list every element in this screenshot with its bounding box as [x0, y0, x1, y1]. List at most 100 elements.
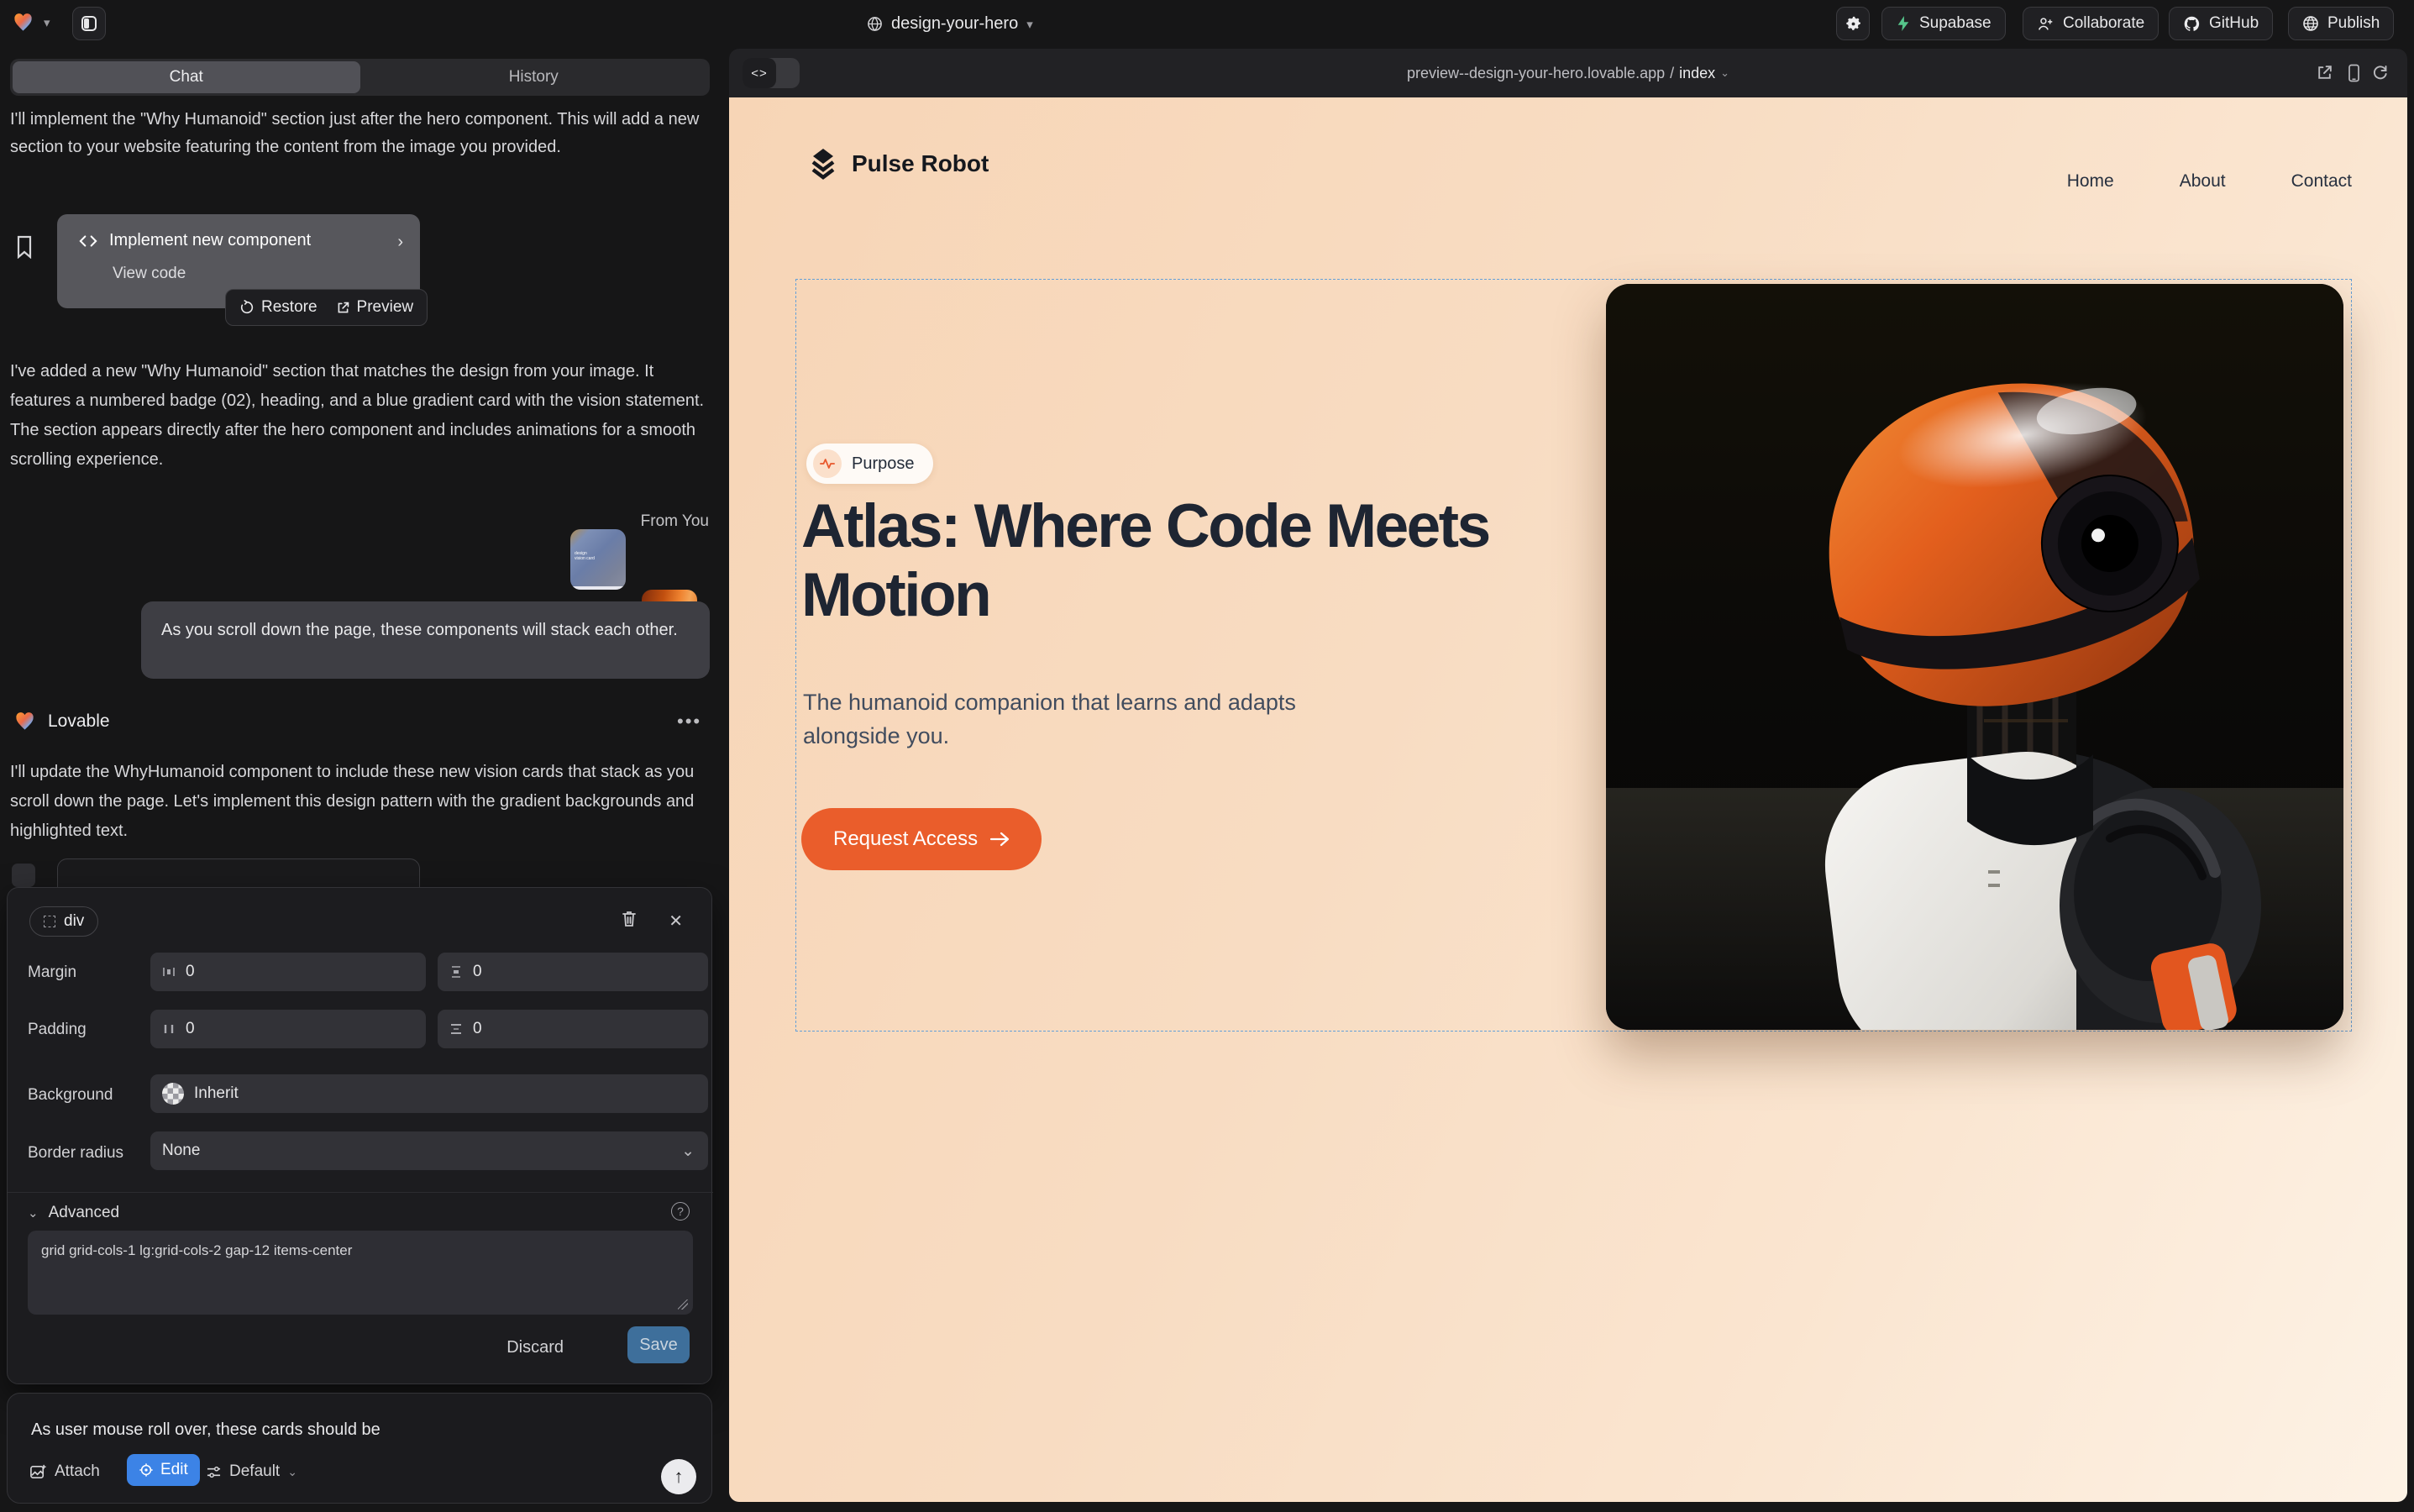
border-radius-select[interactable]: None ⌄	[150, 1131, 708, 1170]
brand-name: Pulse Robot	[852, 150, 989, 177]
chevron-down-icon: ⌄	[287, 1465, 297, 1479]
padding-vertical-icon	[449, 1022, 463, 1036]
hero-headline: Atlas: Where Code Meets Motion	[801, 492, 1524, 630]
attachment-thumbnail-blue[interactable]: designvision card	[570, 529, 626, 590]
mobile-view-button[interactable]	[2348, 64, 2360, 87]
padding-x-input[interactable]: 0	[150, 1010, 426, 1048]
tab-chat[interactable]: Chat	[13, 61, 360, 93]
chat-composer: As user mouse roll over, these cards sho…	[7, 1393, 712, 1504]
version-hover-menu: Restore Preview	[225, 289, 428, 326]
message-menu-button[interactable]: •••	[677, 711, 701, 732]
site-canvas: Pulse Robot Home About Contact Purpose A…	[729, 97, 2407, 1502]
nav-about[interactable]: About	[2180, 171, 2226, 192]
site-nav: Home About Contact	[2067, 171, 2352, 192]
sidebar-toggle-button[interactable]	[72, 7, 106, 40]
github-icon	[2183, 15, 2201, 33]
margin-y-input[interactable]: 0	[438, 953, 708, 991]
view-code-link[interactable]: View code	[113, 265, 186, 283]
padding-y-input[interactable]: 0	[438, 1010, 708, 1048]
layers-icon	[808, 148, 838, 180]
margin-x-value: 0	[186, 963, 195, 981]
background-value: Inherit	[194, 1084, 239, 1103]
resize-handle[interactable]	[678, 1299, 688, 1310]
margin-y-value: 0	[473, 963, 482, 981]
restore-button[interactable]: Restore	[239, 298, 317, 317]
transparency-swatch-icon	[162, 1083, 184, 1105]
restore-label: Restore	[261, 298, 317, 317]
target-icon	[139, 1462, 154, 1478]
border-radius-value: None	[162, 1142, 200, 1160]
user-message-bubble: As you scroll down the page, these compo…	[141, 601, 710, 679]
site-brand[interactable]: Pulse Robot	[808, 148, 989, 180]
assistant-header: Lovable	[13, 710, 110, 732]
lovable-heart-icon	[13, 710, 36, 732]
chevron-down-icon: ▾	[1026, 17, 1033, 32]
edit-mode-button[interactable]: Edit	[127, 1454, 200, 1486]
help-icon[interactable]: ?	[671, 1202, 690, 1221]
margin-horizontal-icon	[162, 965, 176, 979]
nav-contact[interactable]: Contact	[2291, 171, 2352, 192]
discard-button[interactable]: Discard	[506, 1338, 564, 1357]
margin-label: Margin	[28, 963, 76, 982]
preview-url-separator: /	[1670, 65, 1674, 82]
save-button[interactable]: Save	[627, 1326, 690, 1363]
chevron-down-icon[interactable]: ▾	[44, 15, 50, 30]
margin-x-input[interactable]: 0	[150, 953, 426, 991]
background-input[interactable]: Inherit	[150, 1074, 708, 1113]
supabase-button[interactable]: Supabase	[1881, 7, 2006, 40]
preview-button[interactable]: Preview	[336, 298, 414, 317]
chat-history-tabs: Chat History	[10, 59, 710, 96]
edit-label: Edit	[160, 1461, 188, 1479]
delete-element-button[interactable]	[621, 910, 638, 932]
model-selector[interactable]: Default ⌄	[206, 1462, 297, 1481]
publish-button[interactable]: Publish	[2288, 7, 2394, 40]
restore-icon	[239, 300, 255, 315]
advanced-section-toggle[interactable]: ⌄ Advanced	[28, 1204, 119, 1222]
collaborate-button[interactable]: Collaborate	[2023, 7, 2159, 40]
selected-element-chip[interactable]: div	[29, 906, 98, 937]
globe-icon	[867, 16, 883, 32]
attach-button[interactable]: Attach	[29, 1462, 100, 1481]
send-button[interactable]: ↑	[661, 1459, 696, 1494]
composer-input[interactable]: As user mouse roll over, these cards sho…	[31, 1420, 380, 1440]
people-plus-icon	[2037, 16, 2055, 32]
chevron-down-icon: ⌄	[681, 1142, 695, 1161]
nav-home[interactable]: Home	[2067, 171, 2114, 192]
hero-robot-image	[1606, 284, 2343, 1030]
github-button[interactable]: GitHub	[2169, 7, 2273, 40]
background-label: Background	[28, 1086, 113, 1105]
preview-url-page: index	[1679, 65, 1715, 82]
heart-icon	[12, 11, 34, 34]
assistant-message-3: I'll update the WhyHumanoid component to…	[10, 758, 714, 846]
close-panel-button[interactable]: ✕	[669, 911, 683, 932]
bookmark-icon[interactable]	[15, 235, 34, 263]
mode-label: Default	[229, 1462, 280, 1481]
project-switcher[interactable]: design-your-hero ▾	[867, 14, 1033, 34]
arrow-right-icon	[989, 832, 1010, 847]
request-access-button[interactable]: Request Access	[801, 808, 1042, 870]
component-card-title: Implement new component	[109, 231, 311, 250]
bookmark-chip	[12, 864, 35, 887]
preview-label: Preview	[357, 298, 414, 317]
refresh-button[interactable]	[2372, 64, 2389, 85]
assistant-name: Lovable	[48, 711, 110, 732]
lovable-logo-icon[interactable]	[12, 11, 34, 38]
tailwind-classes-textarea[interactable]: grid grid-cols-1 lg:grid-cols-2 gap-12 i…	[28, 1231, 693, 1315]
supabase-label: Supabase	[1919, 14, 1992, 33]
tab-history[interactable]: History	[360, 61, 708, 93]
panel-divider	[8, 1192, 713, 1193]
preview-url-breadcrumb[interactable]: preview--design-your-hero.lovable.app / …	[729, 49, 2407, 97]
attach-label: Attach	[55, 1462, 100, 1481]
chevron-right-icon: ›	[397, 233, 403, 252]
trash-icon	[621, 910, 638, 928]
attach-image-icon	[29, 1463, 47, 1481]
element-inspector-panel: div ✕ Margin 0 0 Padding 0	[7, 887, 712, 1384]
chevron-down-icon: ⌄	[1720, 66, 1729, 80]
selected-element-tag: div	[64, 912, 84, 931]
open-in-new-tab-button[interactable]	[2316, 64, 2333, 86]
padding-horizontal-icon	[162, 1022, 176, 1036]
assistant-message-1: I'll implement the "Why Humanoid" sectio…	[10, 106, 711, 161]
settings-button[interactable]	[1836, 7, 1870, 40]
chevron-down-icon: ⌄	[28, 1205, 39, 1221]
advanced-label: Advanced	[49, 1204, 120, 1222]
